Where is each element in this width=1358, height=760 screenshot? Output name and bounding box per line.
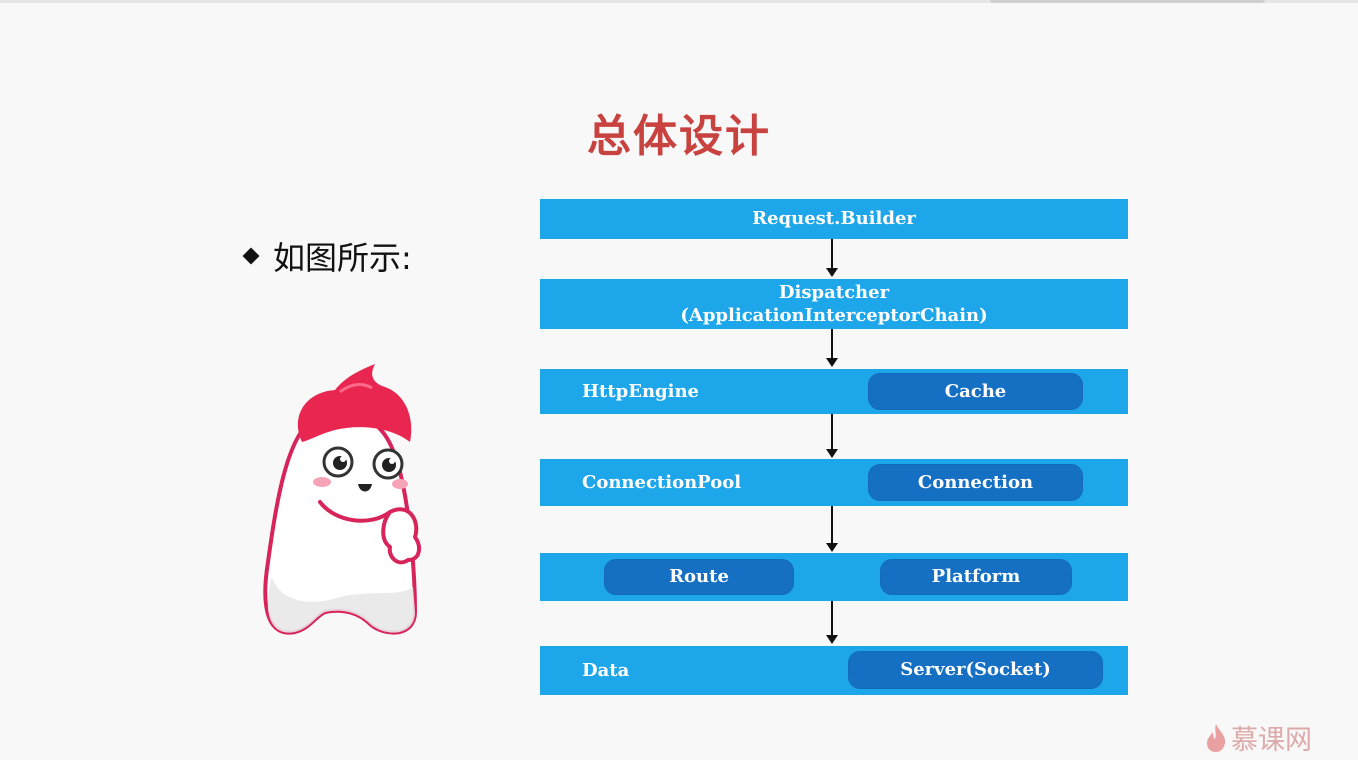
arrow-head-icon [826, 449, 838, 458]
imooc-logo: 慕课网 [1205, 718, 1312, 757]
layer-label: HttpEngine [582, 381, 699, 402]
arrow-connector [831, 506, 833, 544]
logo-text: 慕课网 [1231, 725, 1312, 756]
arrow-head-icon [826, 358, 838, 367]
layer-label-line2: (ApplicationInterceptorChain) [680, 305, 988, 326]
layer-connection-pool: ConnectionPool Connection [540, 459, 1128, 506]
flame-icon [1207, 723, 1226, 752]
server-socket-pill: Server(Socket) [848, 651, 1103, 689]
arrow-head-icon [826, 543, 838, 552]
route-pill: Route [604, 559, 794, 595]
layer-label: Data [582, 660, 630, 681]
layer-label-line1: Dispatcher [778, 282, 890, 303]
arrow-connector [831, 601, 833, 636]
arrow-connector [831, 329, 833, 359]
arrow-connector [831, 414, 833, 450]
platform-pill: Platform [880, 559, 1072, 595]
diamond-bullet-icon [242, 247, 260, 265]
arrow-head-icon [826, 635, 838, 644]
connection-pill: Connection [868, 464, 1083, 501]
top-tab-handle [990, 0, 1265, 3]
bullet-text: 如图所示: [273, 239, 412, 277]
layer-label: Request.Builder [752, 208, 916, 229]
layer-route-platform: Route Platform [540, 553, 1128, 601]
layer-dispatcher: Dispatcher (ApplicationInterceptorChain) [540, 279, 1128, 329]
slide-title: 总体设计 [587, 111, 771, 162]
layer-data: Data Server(Socket) [540, 646, 1128, 695]
layer-label: ConnectionPool [582, 472, 742, 493]
arrow-head-icon [826, 268, 838, 277]
cache-pill: Cache [868, 373, 1083, 410]
arrow-connector [831, 239, 833, 269]
bullet-point: 如图所示: [242, 234, 412, 278]
mascot-character-icon [263, 364, 422, 635]
layer-http-engine: HttpEngine Cache [540, 369, 1128, 414]
layer-request-builder: Request.Builder [540, 199, 1128, 239]
